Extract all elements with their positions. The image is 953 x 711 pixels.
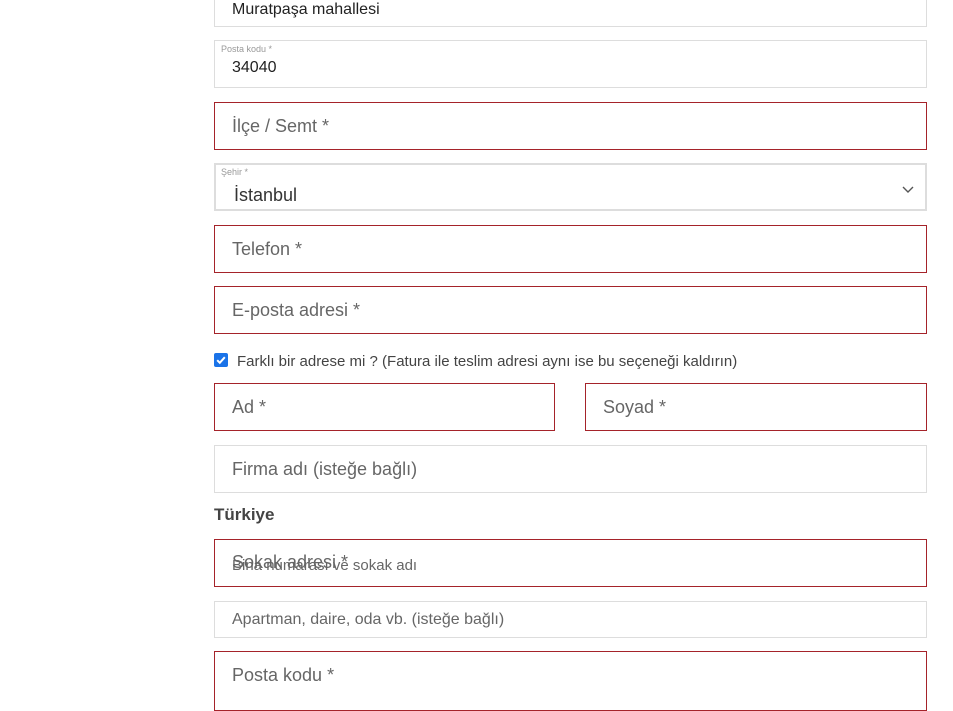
- billing-phone-placeholder: Telefon *: [232, 239, 303, 259]
- billing-postcode-value: 34040: [232, 59, 277, 76]
- shipping-street-placeholder: Bina numarası ve sokak adı: [232, 557, 418, 574]
- shipping-last-name-placeholder: Soyad *: [603, 397, 667, 417]
- shipping-last-name-field[interactable]: Soyad *: [585, 383, 927, 431]
- chevron-down-icon: [901, 181, 915, 193]
- ship-different-label: Farklı bir adrese mi ? (Fatura ile tesli…: [237, 353, 738, 370]
- shipping-street-field[interactable]: Sokak adresi * Bina numarası ve sokak ad…: [214, 539, 927, 587]
- shipping-company-field[interactable]: Firma adı (isteğe bağlı): [214, 445, 927, 493]
- billing-city-label: Şehir *: [221, 167, 249, 177]
- shipping-postcode-placeholder: Posta kodu *: [232, 665, 335, 685]
- neighborhood-field[interactable]: Muratpaşa mahallesi: [214, 0, 927, 27]
- shipping-company-placeholder: Firma adı (isteğe bağlı): [232, 459, 418, 479]
- shipping-apartment-field[interactable]: Apartman, daire, oda vb. (isteğe bağlı): [214, 601, 927, 638]
- shipping-apartment-placeholder: Apartman, daire, oda vb. (isteğe bağlı): [232, 611, 505, 628]
- billing-phone-field[interactable]: Telefon *: [214, 225, 927, 273]
- billing-postcode-field[interactable]: Posta kodu * 34040: [214, 40, 927, 88]
- shipping-first-name-field[interactable]: Ad *: [214, 383, 555, 431]
- billing-district-placeholder: İlçe / Semt *: [232, 116, 330, 136]
- shipping-first-name-placeholder: Ad *: [232, 397, 267, 417]
- shipping-postcode-field[interactable]: Posta kodu *: [214, 651, 927, 711]
- neighborhood-value: Muratpaşa mahallesi: [232, 1, 380, 18]
- billing-city-select[interactable]: Şehir * İstanbul: [214, 163, 927, 211]
- check-icon: [216, 356, 226, 365]
- billing-email-field[interactable]: E-posta adresi *: [214, 286, 927, 334]
- ship-different-checkbox[interactable]: [214, 353, 228, 367]
- billing-city-value: İstanbul: [234, 185, 298, 205]
- billing-postcode-label: Posta kodu *: [221, 44, 273, 54]
- shipping-country: Türkiye: [214, 505, 275, 524]
- billing-district-field[interactable]: İlçe / Semt *: [214, 102, 927, 150]
- billing-email-placeholder: E-posta adresi *: [232, 300, 361, 320]
